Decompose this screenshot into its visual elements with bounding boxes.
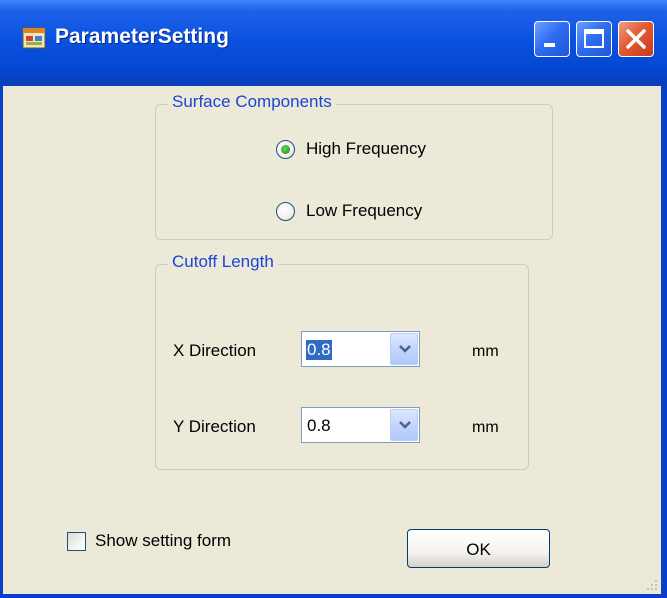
x-direction-dropdown-button[interactable] — [390, 333, 418, 365]
maximize-icon — [584, 29, 604, 48]
y-direction-dropdown-button[interactable] — [390, 409, 418, 441]
parameter-setting-window: ParameterSetting Surface Components High… — [0, 0, 667, 598]
surface-components-title: Surface Components — [168, 92, 336, 112]
y-direction-value[interactable]: 0.8 — [306, 416, 332, 436]
minimize-button[interactable] — [534, 21, 570, 57]
radio-button-unchecked[interactable] — [276, 201, 295, 221]
radio-low-frequency[interactable]: Low Frequency — [276, 201, 422, 221]
minimize-icon — [544, 43, 555, 47]
cutoff-length-group: Cutoff Length X Direction 0.8 mm Y Direc… — [155, 252, 529, 470]
app-icon — [22, 27, 46, 49]
cutoff-length-title: Cutoff Length — [168, 252, 278, 272]
radio-label-high-frequency: High Frequency — [306, 139, 427, 158]
window-title: ParameterSetting — [55, 25, 229, 48]
radio-label-low-frequency: Low Frequency — [306, 201, 423, 220]
x-direction-combobox[interactable]: 0.8 — [301, 331, 420, 367]
x-direction-unit: mm — [472, 343, 499, 360]
surface-components-group: Surface Components High Frequency Low Fr… — [155, 92, 553, 240]
x-direction-label: X Direction — [173, 341, 257, 360]
ok-button[interactable]: OK — [407, 529, 550, 568]
chevron-down-icon — [399, 421, 411, 429]
close-icon — [626, 29, 646, 49]
y-direction-label: Y Direction — [173, 417, 256, 436]
show-setting-form-label[interactable]: Show setting form — [95, 531, 231, 551]
x-direction-value[interactable]: 0.8 — [306, 340, 332, 360]
radio-high-frequency[interactable]: High Frequency — [276, 139, 426, 159]
close-button[interactable] — [618, 21, 654, 57]
resize-grip-icon[interactable] — [645, 578, 659, 592]
maximize-button[interactable] — [576, 21, 612, 57]
show-setting-form-checkbox[interactable] — [67, 532, 86, 551]
chevron-down-icon — [399, 345, 411, 353]
title-bar[interactable]: ParameterSetting — [0, 0, 667, 86]
radio-button-checked[interactable] — [276, 139, 295, 159]
client-area: Surface Components High Frequency Low Fr… — [3, 86, 661, 594]
y-direction-unit: mm — [472, 419, 499, 436]
y-direction-combobox[interactable]: 0.8 — [301, 407, 420, 443]
